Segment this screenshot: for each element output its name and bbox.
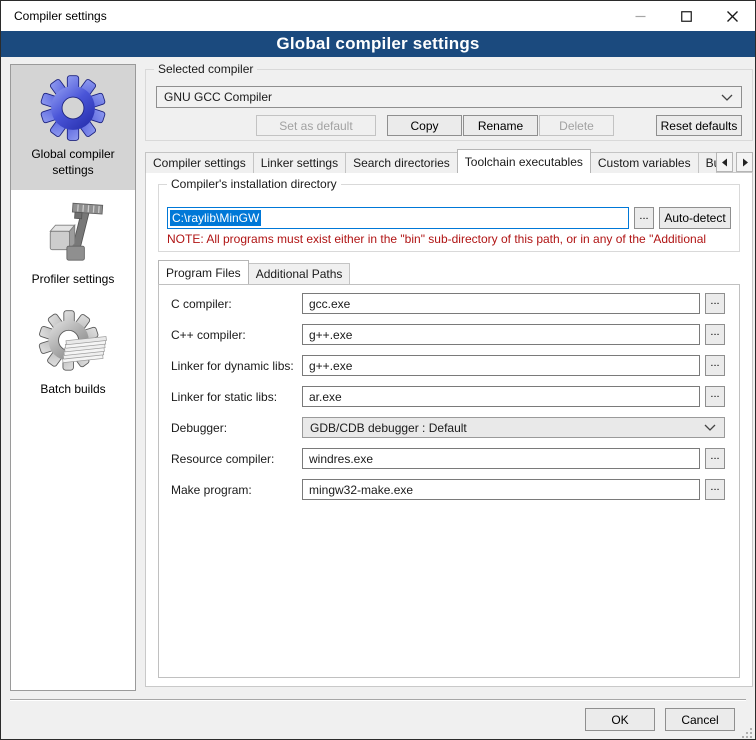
resource-compiler-label: Resource compiler: <box>171 452 302 466</box>
blue-gear-icon <box>38 73 108 143</box>
program-files-page: C compiler: gcc.exe ... C++ compiler: g+… <box>158 284 740 678</box>
autodetect-button[interactable]: Auto-detect <box>659 207 731 229</box>
linker-static-label: Linker for static libs: <box>171 390 302 404</box>
cpp-compiler-label: C++ compiler: <box>171 328 302 342</box>
sidebar-item-global-compiler-settings[interactable]: Global compiler settings <box>11 65 135 190</box>
titlebar: Compiler settings <box>1 1 755 31</box>
gray-gear-stack-icon <box>38 308 108 378</box>
arrow-right-icon <box>741 158 749 167</box>
toolchain-executables-page: Compiler's installation directory C:\ray… <box>145 172 753 687</box>
settings-category-list: Global compiler settings <box>10 64 136 691</box>
debugger-select[interactable]: GDB/CDB debugger : Default <box>302 417 725 438</box>
sidebar-label-global-compiler-settings: Global compiler settings <box>13 147 133 178</box>
linker-dynamic-input[interactable]: g++.exe <box>302 355 700 376</box>
linker-static-browse-button[interactable]: ... <box>705 386 725 407</box>
set-as-default-button[interactable]: Set as default <box>256 115 376 136</box>
delete-button[interactable]: Delete <box>539 115 614 136</box>
installation-directory-group-label: Compiler's installation directory <box>167 177 341 191</box>
installation-directory-value: C:\raylib\MinGW <box>170 210 261 226</box>
linker-dynamic-value: g++.exe <box>309 359 352 373</box>
close-icon <box>727 11 738 22</box>
resource-compiler-browse-button[interactable]: ... <box>705 448 725 469</box>
make-program-row: Make program: mingw32-make.exe ... <box>171 479 725 500</box>
reset-defaults-button[interactable]: Reset defaults <box>656 115 742 136</box>
c-compiler-label: C compiler: <box>171 297 302 311</box>
compiler-select[interactable]: GNU GCC Compiler <box>156 86 742 108</box>
copy-button[interactable]: Copy <box>387 115 462 136</box>
chevron-down-icon <box>721 94 733 101</box>
cpp-compiler-input[interactable]: g++.exe <box>302 324 700 345</box>
tab-linker-settings[interactable]: Linker settings <box>253 152 346 173</box>
compiler-settings-tabbar: Compiler settings Linker settings Search… <box>145 149 753 173</box>
maximize-icon <box>681 11 692 22</box>
linker-dynamic-browse-button[interactable]: ... <box>705 355 725 376</box>
rename-button[interactable]: Rename <box>463 115 538 136</box>
minimize-icon <box>635 11 646 22</box>
footer-divider <box>10 699 746 701</box>
tab-toolchain-executables[interactable]: Toolchain executables <box>457 149 591 173</box>
c-compiler-input[interactable]: gcc.exe <box>302 293 700 314</box>
make-program-input[interactable]: mingw32-make.exe <box>302 479 700 500</box>
subtab-additional-paths[interactable]: Additional Paths <box>248 263 351 284</box>
make-program-browse-button[interactable]: ... <box>705 479 725 500</box>
sidebar-label-batch-builds: Batch builds <box>13 382 133 398</box>
make-program-label: Make program: <box>171 483 302 497</box>
linker-static-row: Linker for static libs: ar.exe ... <box>171 386 725 407</box>
caliper-icon <box>38 198 108 268</box>
window-title: Compiler settings <box>1 9 107 23</box>
c-compiler-browse-button[interactable]: ... <box>705 293 725 314</box>
resource-compiler-row: Resource compiler: windres.exe ... <box>171 448 725 469</box>
page-title: Global compiler settings <box>1 31 755 57</box>
sidebar-item-profiler-settings[interactable]: Profiler settings <box>11 190 135 300</box>
installation-directory-input[interactable]: C:\raylib\MinGW <box>167 207 629 229</box>
subtab-program-files[interactable]: Program Files <box>158 260 249 284</box>
c-compiler-row: C compiler: gcc.exe ... <box>171 293 725 314</box>
cpp-compiler-row: C++ compiler: g++.exe ... <box>171 324 725 345</box>
selected-compiler-group-label: Selected compiler <box>154 62 257 76</box>
resource-compiler-input[interactable]: windres.exe <box>302 448 700 469</box>
chevron-down-icon <box>704 424 716 431</box>
cancel-button[interactable]: Cancel <box>665 708 735 731</box>
installation-directory-note: NOTE: All programs must exist either in … <box>167 232 731 246</box>
tab-custom-variables[interactable]: Custom variables <box>590 152 699 173</box>
tab-search-directories[interactable]: Search directories <box>345 152 458 173</box>
compiler-settings-dialog: Compiler settings Global compiler settin… <box>0 0 756 740</box>
arrow-left-icon <box>721 158 729 167</box>
tab-scroll-left-button[interactable] <box>716 152 733 172</box>
program-files-tabbar: Program Files Additional Paths <box>158 260 740 284</box>
resize-grip[interactable] <box>742 728 753 739</box>
debugger-label: Debugger: <box>171 421 302 435</box>
debugger-row: Debugger: GDB/CDB debugger : Default <box>171 417 725 438</box>
resource-compiler-value: windres.exe <box>309 452 373 466</box>
close-button[interactable] <box>709 1 755 31</box>
sidebar-item-batch-builds[interactable]: Batch builds <box>11 300 135 410</box>
maximize-button[interactable] <box>663 1 709 31</box>
compiler-select-value: GNU GCC Compiler <box>164 90 721 104</box>
debugger-value: GDB/CDB debugger : Default <box>310 421 704 435</box>
make-program-value: mingw32-make.exe <box>309 483 413 497</box>
sidebar-label-profiler-settings: Profiler settings <box>13 272 133 288</box>
linker-dynamic-row: Linker for dynamic libs: g++.exe ... <box>171 355 725 376</box>
installation-directory-browse-button[interactable]: ... <box>634 207 654 229</box>
linker-dynamic-label: Linker for dynamic libs: <box>171 359 302 373</box>
ok-button[interactable]: OK <box>585 708 655 731</box>
c-compiler-value: gcc.exe <box>309 297 350 311</box>
tab-build-options[interactable]: Build options <box>698 152 717 173</box>
selected-compiler-group: Selected compiler GNU GCC Compiler Set a… <box>145 69 753 141</box>
linker-static-input[interactable]: ar.exe <box>302 386 700 407</box>
tab-compiler-settings[interactable]: Compiler settings <box>145 152 254 173</box>
tab-scroll-right-button[interactable] <box>736 152 753 172</box>
minimize-button[interactable] <box>617 1 663 31</box>
linker-static-value: ar.exe <box>309 390 342 404</box>
cpp-compiler-value: g++.exe <box>309 328 352 342</box>
cpp-compiler-browse-button[interactable]: ... <box>705 324 725 345</box>
installation-directory-group: Compiler's installation directory C:\ray… <box>158 184 740 252</box>
